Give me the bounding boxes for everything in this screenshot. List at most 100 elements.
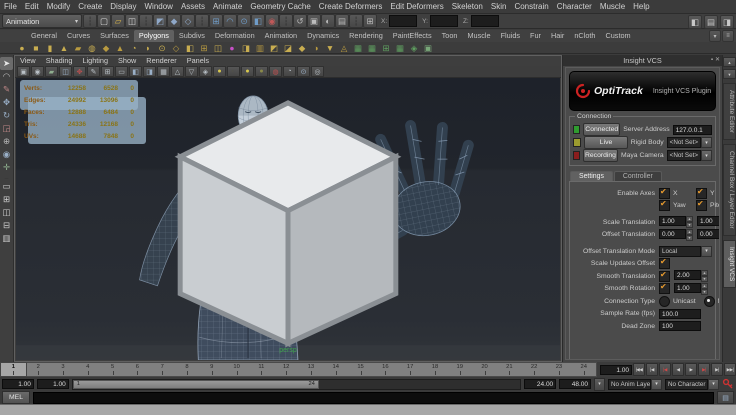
layout-split-horizontal-button[interactable]: ⊟: [0, 219, 13, 232]
play-backwards-button[interactable]: ◀: [672, 363, 684, 376]
camera-lock-icon[interactable]: ◉: [31, 66, 44, 77]
poly-split-icon[interactable]: ◪: [282, 42, 294, 54]
poly-smooth-icon[interactable]: ●: [226, 42, 238, 54]
layout-outliner-persp-button[interactable]: ▥: [0, 232, 13, 245]
safe-title-icon[interactable]: ▽: [185, 66, 198, 77]
time-tick[interactable]: 20: [472, 363, 497, 376]
time-tick[interactable]: 16: [373, 363, 398, 376]
menu-item[interactable]: Animate: [209, 0, 246, 13]
script-editor-icon[interactable]: ▤: [717, 391, 734, 404]
shelf-tab[interactable]: Muscle: [462, 30, 495, 42]
tab-channel-box[interactable]: Channel Box / Layer Editor: [723, 144, 736, 236]
time-tick[interactable]: 12: [274, 363, 299, 376]
poly-cube-icon[interactable]: ■: [30, 42, 42, 54]
time-tick[interactable]: 18: [423, 363, 448, 376]
new-scene-icon[interactable]: ▢: [97, 14, 111, 28]
offset-translation-mode-dropdown[interactable]: Local: [659, 246, 712, 257]
maya-camera-dropdown[interactable]: <Not Set>: [667, 150, 712, 161]
step-forward-frame-button[interactable]: ▶|: [711, 363, 723, 376]
poly-quadrangulate-icon[interactable]: ▦: [352, 42, 364, 54]
quick-select-icon[interactable]: ⊞: [363, 14, 377, 28]
time-tick[interactable]: 4: [75, 363, 100, 376]
scale-translation-spinner[interactable]: 1.00: [697, 216, 720, 228]
camera-select-icon[interactable]: ▣: [17, 66, 30, 77]
grid-icon[interactable]: ⊞: [101, 66, 114, 77]
scale-translation-spinner[interactable]: 1.00: [659, 216, 693, 228]
scale-tool[interactable]: ◲: [0, 122, 13, 135]
menu-item[interactable]: Window: [141, 0, 177, 13]
time-tick[interactable]: 2: [26, 363, 51, 376]
smooth-translation-checkbox[interactable]: [659, 271, 670, 282]
shelf-tab[interactable]: Surfaces: [95, 30, 134, 42]
menu-item[interactable]: Geometry Cache: [246, 0, 314, 13]
menu-item[interactable]: Skeleton: [448, 0, 487, 13]
playback-start-input[interactable]: 1.00: [37, 379, 69, 389]
separator[interactable]: ┆: [279, 14, 293, 28]
soft-mod-tool[interactable]: ◉: [0, 148, 13, 161]
paint-select-tool[interactable]: ✎: [0, 83, 13, 96]
poly-combine-icon[interactable]: ⊞: [198, 42, 210, 54]
select-component-icon[interactable]: ◇: [181, 14, 195, 28]
menu-item[interactable]: Edit: [21, 0, 43, 13]
z-coord-input[interactable]: [471, 15, 499, 27]
chevron-down-icon[interactable]: [701, 150, 712, 161]
viewport-canvas[interactable]: Verts: 12258 6528 0 Edges: 24992 13096 0…: [16, 78, 560, 360]
smooth-rotation-spinner[interactable]: 1.00: [674, 283, 708, 295]
shelf-tab[interactable]: Fluids: [496, 30, 525, 42]
insight-tab[interactable]: Controller: [614, 171, 662, 181]
time-tick[interactable]: 13: [299, 363, 324, 376]
film-gate-icon[interactable]: ▭: [115, 66, 128, 77]
lasso-select-tool[interactable]: ◠: [0, 70, 13, 83]
menu-item[interactable]: Modify: [43, 0, 75, 13]
shelf-tab[interactable]: Deformation: [210, 30, 260, 42]
time-tick[interactable]: 15: [348, 363, 373, 376]
time-tick[interactable]: 24: [571, 363, 596, 376]
capture-icon[interactable]: ◎: [311, 66, 324, 77]
viewport-menu-item[interactable]: Shading: [41, 56, 78, 66]
separator[interactable]: ┆: [139, 14, 153, 28]
offset-translation-spinner[interactable]: 0.00: [659, 229, 693, 241]
poly-mirror-icon[interactable]: ◑: [310, 42, 322, 54]
axis-checkbox[interactable]: [696, 200, 707, 211]
gate-mask-icon[interactable]: ◨: [143, 66, 156, 77]
anim-layer-dropdown[interactable]: No Anim Layer: [608, 379, 662, 390]
menu-item[interactable]: Muscle: [596, 0, 629, 13]
rigid-body-dropdown[interactable]: <Not Set>: [667, 137, 712, 148]
shelf-tab[interactable]: Subdivs: [174, 30, 210, 42]
axis-checkbox[interactable]: [659, 200, 670, 211]
poly-helix-icon[interactable]: ◗: [142, 42, 154, 54]
bookmark-icon[interactable]: ▰: [45, 66, 58, 77]
select-hierarchy-icon[interactable]: ◩: [153, 14, 167, 28]
poly-prism-icon[interactable]: ◆: [100, 42, 112, 54]
dead-zone-input[interactable]: 100: [659, 321, 701, 331]
shadows-icon[interactable]: ●: [255, 66, 268, 77]
chevron-down-icon[interactable]: [701, 137, 712, 148]
show-manipulator-tool[interactable]: ✛: [0, 161, 13, 174]
connected-button[interactable]: Connected: [583, 123, 620, 136]
time-tick[interactable]: 10: [224, 363, 249, 376]
unicast-radio[interactable]: [659, 296, 670, 307]
shelf-tab[interactable]: Fur: [525, 30, 546, 42]
image-plane-icon[interactable]: ◫: [59, 66, 72, 77]
use-lights-icon[interactable]: ●: [241, 66, 254, 77]
menu-item[interactable]: Help: [629, 0, 653, 13]
rotate-tool[interactable]: ↻: [0, 109, 13, 122]
sample-rate-input[interactable]: 100.0: [659, 309, 701, 319]
mel-toggle-button[interactable]: MEL: [2, 391, 30, 404]
shaded-mode-icon[interactable]: ●: [213, 66, 226, 77]
menu-item[interactable]: Edit Deformers: [386, 0, 447, 13]
spin-down-icon[interactable]: [701, 289, 708, 295]
shelf-tab[interactable]: Custom: [600, 30, 635, 42]
menu-set-selector[interactable]: Animation: [2, 14, 82, 28]
snap-plane-icon[interactable]: ◧: [251, 14, 265, 28]
poly-edit-icon[interactable]: ◧: [184, 42, 196, 54]
time-tick[interactable]: 6: [125, 363, 150, 376]
viewport-menu-item[interactable]: Lighting: [77, 56, 113, 66]
snap-curve-icon[interactable]: ◠: [223, 14, 237, 28]
shelf-tab[interactable]: Hair: [546, 30, 569, 42]
time-tick[interactable]: 17: [398, 363, 423, 376]
poly-platonic-icon[interactable]: ◇: [170, 42, 182, 54]
uv-snapshot-icon[interactable]: ▦: [394, 42, 406, 54]
view-cube[interactable]: [16, 78, 560, 360]
render-settings-icon[interactable]: ▤: [335, 14, 349, 28]
